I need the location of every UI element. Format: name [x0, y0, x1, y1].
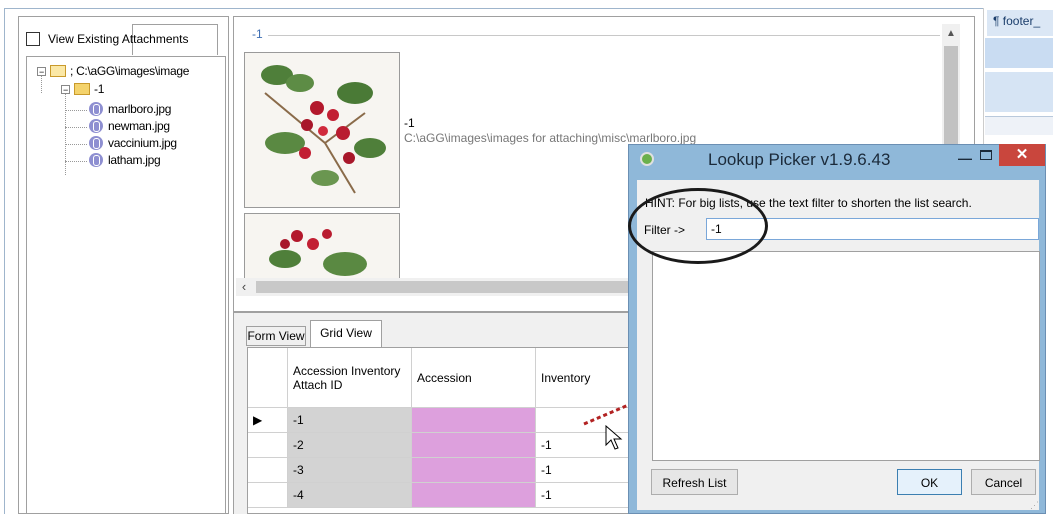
- tree-node-group[interactable]: − -1: [61, 82, 104, 96]
- attachment-icon: [89, 136, 103, 150]
- tree-group-label: -1: [94, 82, 105, 96]
- ruler: [985, 116, 1053, 135]
- tree-item-file[interactable]: newman.jpg: [89, 119, 170, 133]
- attachment-icon: [89, 102, 103, 116]
- window-top-edge: [0, 0, 1053, 8]
- file-label: newman.jpg: [108, 119, 170, 133]
- group-box-line: [268, 35, 940, 36]
- ok-button[interactable]: OK: [897, 469, 962, 495]
- grid-cell-inventory[interactable]: -1: [536, 458, 632, 483]
- grid-cell-inventory[interactable]: -1: [536, 483, 632, 508]
- tree-item-file[interactable]: marlboro.jpg: [89, 102, 171, 116]
- horizontal-scroll-thumb[interactable]: [256, 281, 636, 293]
- collapse-icon[interactable]: −: [37, 66, 46, 76]
- minimize-icon[interactable]: —: [956, 150, 974, 166]
- annotation-circle: [628, 188, 768, 264]
- app-icon: [640, 152, 654, 166]
- image-path-text: C:\aGG\images\images for attaching\misc\…: [404, 131, 697, 145]
- raspberry-illustration: [245, 53, 399, 207]
- tree-root-label: ; C:\aGG\images\image: [70, 64, 190, 78]
- tree-node-root[interactable]: − ; C:\aGG\images\image: [37, 64, 189, 78]
- group-box-label: -1: [252, 27, 263, 41]
- tree-item-file[interactable]: vaccinium.jpg: [89, 136, 177, 150]
- file-label: marlboro.jpg: [108, 102, 172, 116]
- grid-cell-id[interactable]: -2: [288, 433, 412, 458]
- image-id-text: -1: [404, 116, 415, 130]
- image-thumbnail[interactable]: [244, 213, 400, 283]
- folder-open-icon: [50, 65, 66, 77]
- attachment-icon: [89, 119, 103, 133]
- grid-cell-id[interactable]: -1: [288, 408, 412, 433]
- scroll-left-icon[interactable]: ‹: [236, 278, 252, 296]
- attachment-icon: [89, 153, 103, 167]
- column-header-attach-id[interactable]: Accession Inventory Attach ID: [288, 348, 412, 408]
- checkbox-box[interactable]: [26, 32, 40, 46]
- cancel-button[interactable]: Cancel: [971, 469, 1036, 495]
- row-header-current[interactable]: ▶: [248, 408, 288, 433]
- grid-corner-header: [248, 348, 288, 408]
- refresh-list-button[interactable]: Refresh List: [651, 469, 738, 495]
- row-header[interactable]: [248, 483, 288, 508]
- folder-icon: [74, 83, 90, 95]
- grid-cell-accession[interactable]: [412, 433, 536, 458]
- tab-grid-view[interactable]: Grid View: [310, 320, 382, 347]
- view-existing-label: View Existing Attachments: [48, 32, 189, 46]
- row-header[interactable]: [248, 433, 288, 458]
- vertical-scroll-thumb[interactable]: [944, 46, 958, 144]
- tab-form-view[interactable]: Form View: [246, 326, 306, 346]
- view-existing-attachments-checkbox[interactable]: View Existing Attachments: [26, 28, 189, 50]
- resize-grip-icon[interactable]: ⋰: [1030, 500, 1040, 510]
- image-thumbnail[interactable]: [244, 52, 400, 208]
- results-list[interactable]: [652, 251, 1040, 461]
- close-icon[interactable]: ✕: [999, 144, 1045, 166]
- dialog-title: Lookup Picker v1.9.6.43: [708, 150, 891, 169]
- grid-cell-id[interactable]: -4: [288, 483, 412, 508]
- file-label: latham.jpg: [108, 153, 161, 167]
- grid-cell-accession[interactable]: [412, 458, 536, 483]
- mouse-pointer-icon: [605, 425, 623, 450]
- row-header[interactable]: [248, 458, 288, 483]
- attachments-tree[interactable]: − ; C:\aGG\images\image − -1 marlboro.jp…: [26, 56, 226, 514]
- maximize-icon: [980, 150, 992, 160]
- raspberry-illustration: [245, 214, 399, 282]
- data-grid[interactable]: Accession Inventory Attach ID Accession …: [247, 347, 633, 514]
- grid-cell-accession[interactable]: [412, 483, 536, 508]
- tree-item-file[interactable]: latham.jpg: [89, 153, 161, 167]
- collapse-icon[interactable]: −: [61, 84, 70, 94]
- window-border-top: [4, 8, 1053, 9]
- footer-field-tab[interactable]: ¶ footer_: [987, 10, 1053, 36]
- scroll-up-icon[interactable]: ▲: [944, 26, 958, 42]
- ribbon-area: [985, 38, 1053, 68]
- grid-cell-id[interactable]: -3: [288, 458, 412, 483]
- column-header-accession[interactable]: Accession: [412, 348, 536, 408]
- window-border-left: [4, 8, 5, 514]
- file-label: vaccinium.jpg: [108, 136, 177, 150]
- ribbon-area: [985, 72, 1053, 112]
- grid-cell-accession[interactable]: [412, 408, 536, 433]
